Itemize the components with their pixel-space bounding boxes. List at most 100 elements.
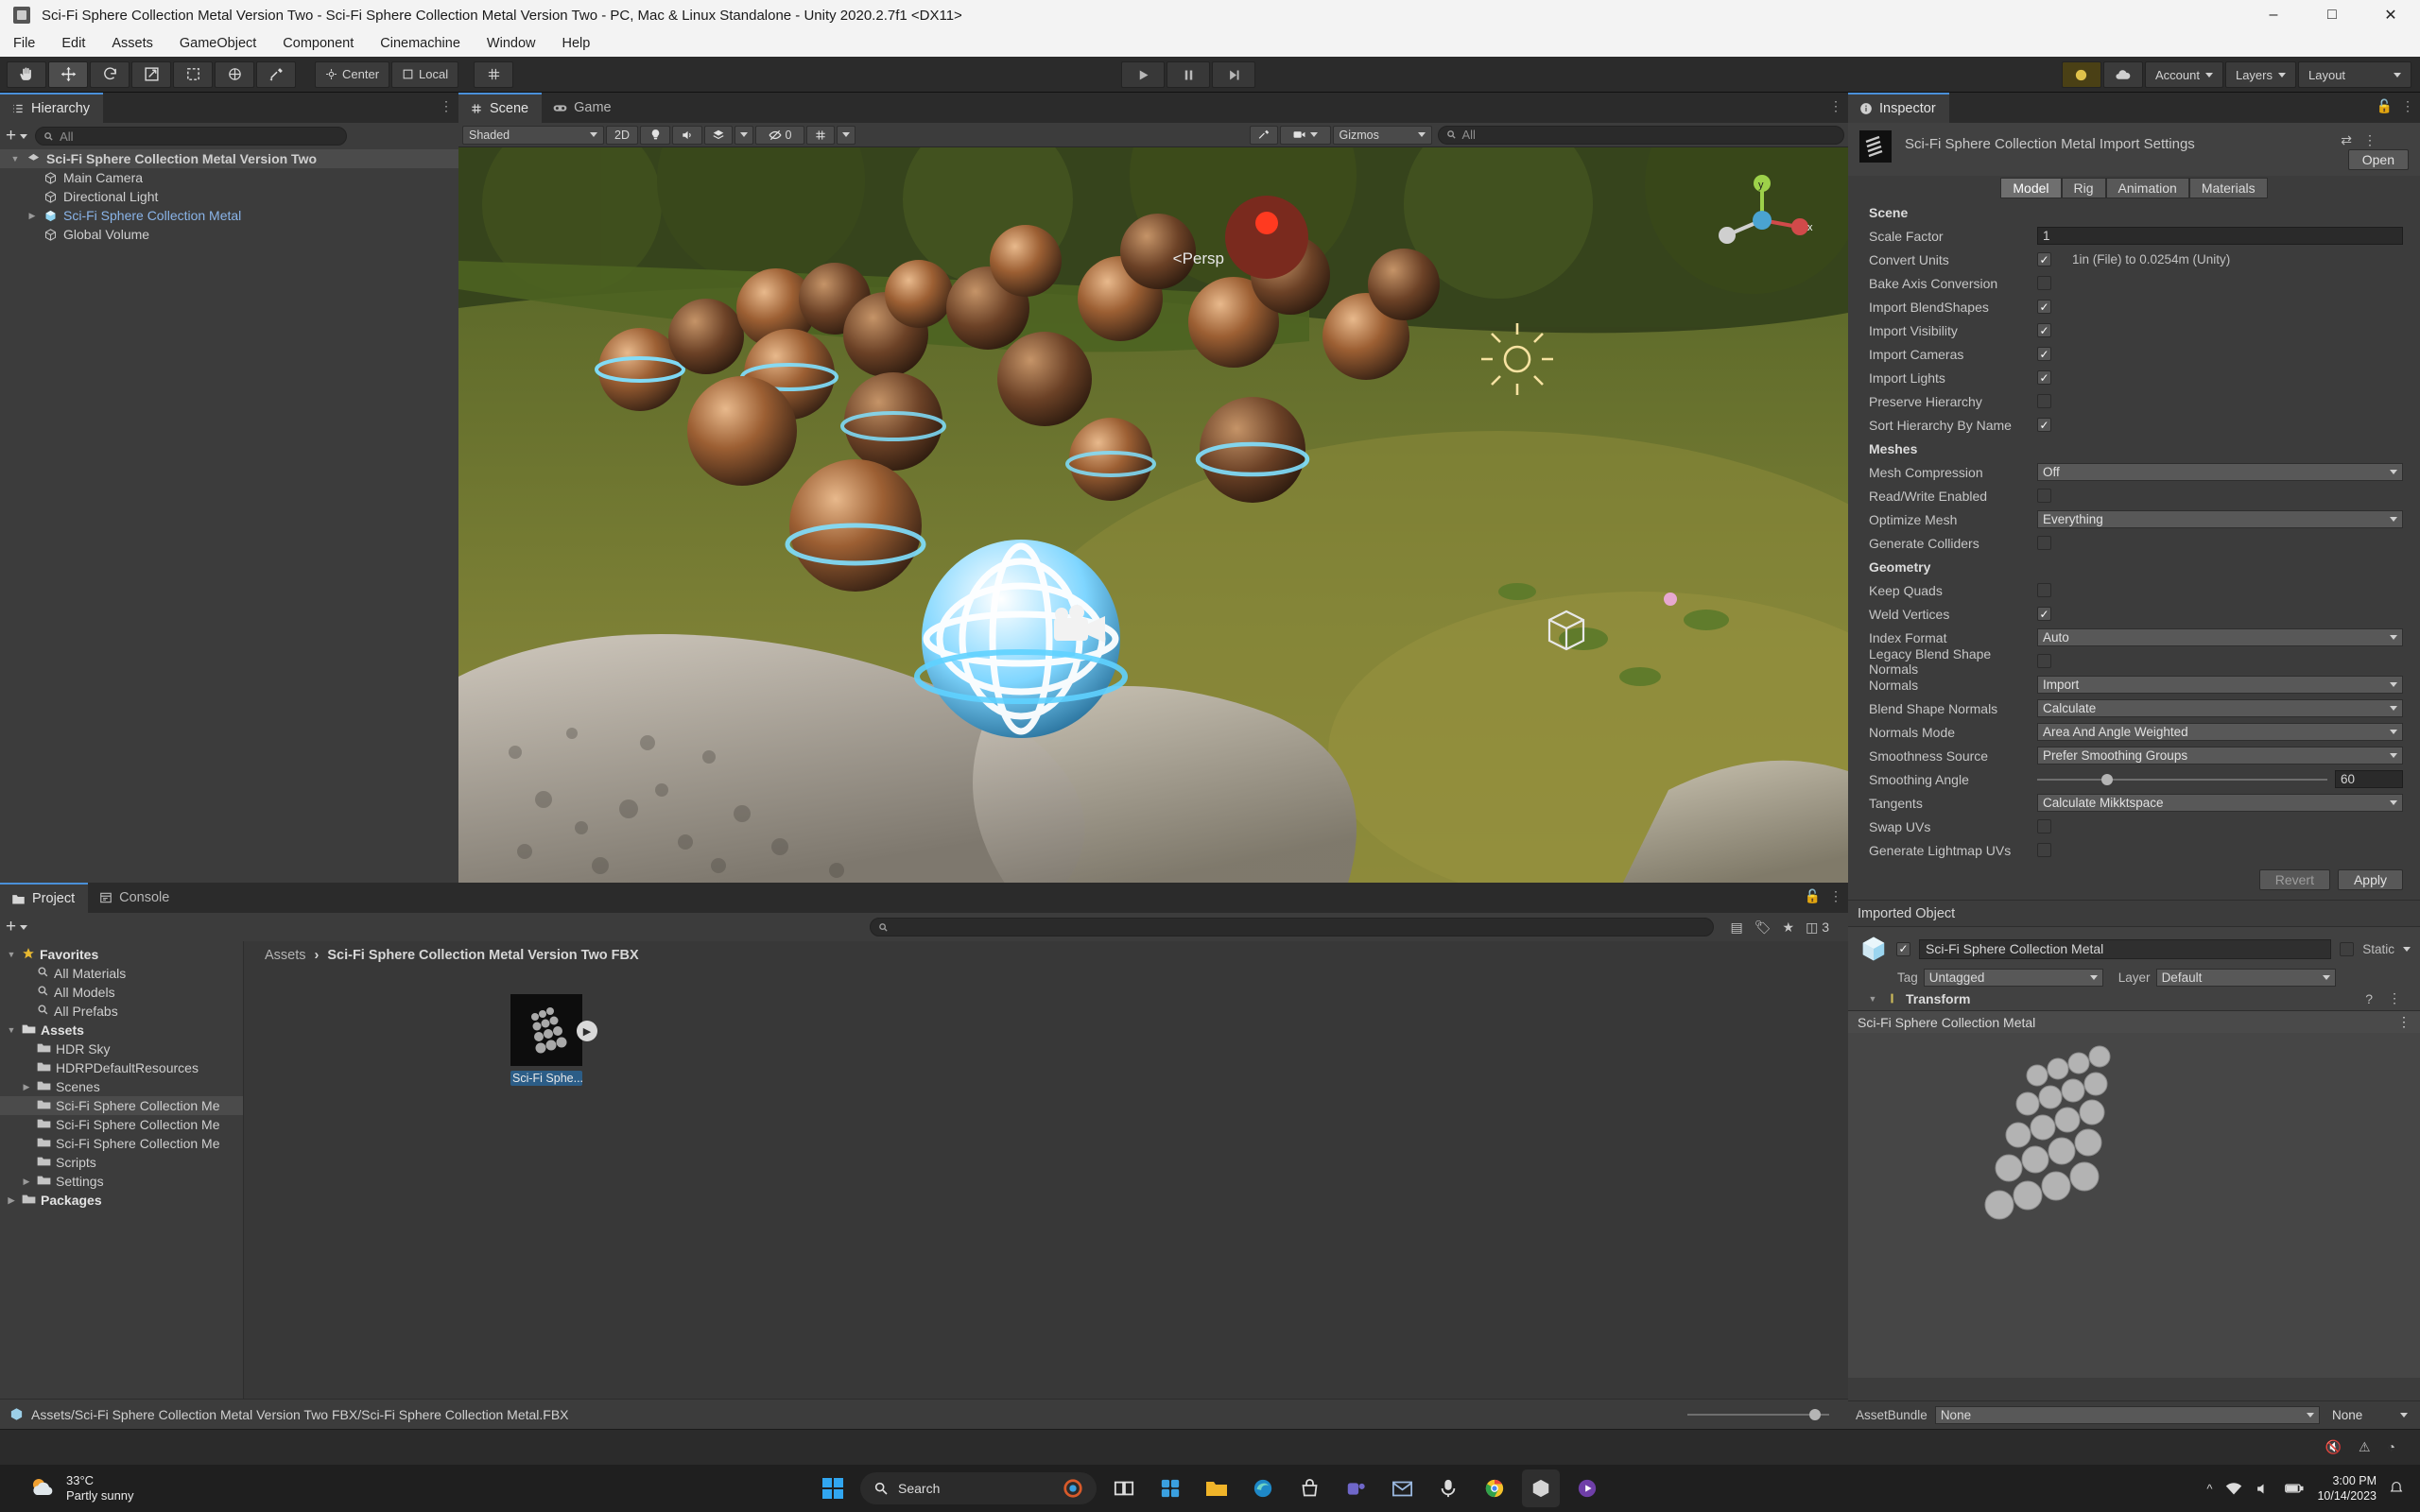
property-checkbox[interactable]	[2037, 583, 2051, 597]
filter-packages-icon[interactable]: ◫ 3	[1806, 919, 1829, 936]
property-checkbox[interactable]: ✓	[2037, 347, 2051, 361]
scene-gizmo-picker[interactable]	[1249, 125, 1278, 145]
inspector-menu-icon[interactable]: ⋮	[2401, 98, 2414, 114]
account-button[interactable]: Account	[2144, 61, 2223, 88]
tab-console[interactable]: Console	[88, 883, 183, 913]
pivot-mode-button[interactable]: Center	[315, 60, 390, 88]
move-tool-button[interactable]	[48, 60, 88, 88]
transform-component-header[interactable]: ▼ Transform ? ⋮	[1859, 987, 2411, 1006]
property-checkbox[interactable]	[2037, 276, 2051, 290]
maximize-button[interactable]: □	[2303, 0, 2361, 30]
property-dropdown[interactable]: Auto	[2037, 628, 2403, 646]
property-checkbox[interactable]: ✓	[2037, 300, 2051, 314]
play-button[interactable]	[1121, 61, 1165, 88]
preview-menu-icon[interactable]: ⋮	[2397, 1014, 2411, 1030]
chevron-down-icon[interactable]: ▼	[1867, 994, 1878, 1004]
hierarchy-add-button[interactable]: +	[6, 126, 28, 146]
property-checkbox[interactable]: ✓	[2037, 370, 2051, 385]
revert-button[interactable]: Revert	[2258, 869, 2330, 890]
tab-game[interactable]: Game	[542, 93, 625, 123]
mail-icon[interactable]	[1383, 1469, 1421, 1507]
breadcrumb-root[interactable]: Assets	[265, 948, 306, 963]
slider-knob[interactable]	[2100, 773, 2113, 785]
project-tree-item-7[interactable]: ▶ Scenes	[0, 1077, 243, 1096]
slider-value-field[interactable]: 60	[2335, 770, 2403, 788]
static-checkbox[interactable]	[2340, 941, 2355, 956]
hierarchy-item-4[interactable]: Global Volume	[0, 225, 458, 244]
property-dropdown[interactable]: Prefer Smoothing Groups	[2037, 747, 2403, 765]
scale-tool-button[interactable]	[131, 60, 171, 88]
filter-type-icon[interactable]: ▤	[1731, 919, 1743, 936]
shading-mode-dropdown[interactable]: Shaded	[462, 125, 604, 145]
project-tree-item-8[interactable]: Sci-Fi Sphere Collection Me	[0, 1096, 243, 1115]
status-progress-icon[interactable]: ◔	[2388, 1439, 2395, 1455]
menu-item-help[interactable]: Help	[548, 30, 603, 57]
tray-expand-icon[interactable]: ^	[2206, 1482, 2212, 1496]
scene-fx-toggle[interactable]	[704, 125, 733, 145]
hierarchy-item-0[interactable]: ▼ Sci-Fi Sphere Collection Metal Version …	[0, 149, 458, 168]
property-checkbox[interactable]	[2037, 819, 2051, 833]
chevron-down-icon[interactable]: ▼	[9, 154, 21, 163]
property-text-field[interactable]: 1	[2037, 227, 2403, 245]
task-view-icon[interactable]	[1105, 1469, 1143, 1507]
tab-rig[interactable]: Rig	[2061, 178, 2106, 198]
property-checkbox[interactable]: ✓	[2037, 418, 2051, 432]
project-tree-item-9[interactable]: Sci-Fi Sphere Collection Me	[0, 1115, 243, 1134]
scene-fx-dropdown[interactable]	[735, 125, 753, 145]
property-dropdown[interactable]: Area And Angle Weighted	[2037, 723, 2403, 741]
project-tree-item-11[interactable]: Scripts	[0, 1153, 243, 1172]
grid-snap-button[interactable]	[474, 60, 514, 88]
project-tree-item-4[interactable]: ▼ Assets	[0, 1021, 243, 1040]
scene-viewport[interactable]: <Persp y x	[458, 147, 1848, 886]
layout-button[interactable]: Layout	[2298, 61, 2411, 88]
menu-item-component[interactable]: Component	[269, 30, 367, 57]
property-checkbox[interactable]	[2037, 536, 2051, 550]
project-tree-item-3[interactable]: All Prefabs	[0, 1002, 243, 1021]
property-checkbox[interactable]: ✓	[2037, 323, 2051, 337]
cloud-button[interactable]	[2102, 61, 2143, 88]
hierarchy-item-2[interactable]: Directional Light	[0, 187, 458, 206]
scene-orientation-gizmo[interactable]: y x	[1710, 168, 1814, 272]
weather-widget[interactable]: 33°C Partly sunny	[28, 1473, 134, 1504]
chevron-right-icon[interactable]: ▶	[26, 211, 38, 221]
apply-button[interactable]: Apply	[2337, 869, 2403, 890]
file-explorer-icon[interactable]	[1198, 1469, 1236, 1507]
hierarchy-menu-icon[interactable]: ⋮	[440, 98, 453, 114]
filter-label-icon[interactable]: 🏷	[1754, 919, 1772, 936]
toggle-2d-button[interactable]: 2D	[606, 125, 638, 145]
tab-scene[interactable]: Scene	[458, 93, 543, 123]
unity-icon[interactable]	[1522, 1469, 1560, 1507]
project-tree-item-2[interactable]: All Models	[0, 983, 243, 1002]
gizmos-dropdown[interactable]: Gizmos	[1332, 125, 1432, 145]
inspector-preset-icon[interactable]: ⇄	[2341, 132, 2352, 148]
property-checkbox[interactable]	[2037, 843, 2051, 857]
hierarchy-item-1[interactable]: Main Camera	[0, 168, 458, 187]
tab-model[interactable]: Model	[2000, 178, 2062, 198]
tab-hierarchy[interactable]: Hierarchy	[0, 93, 104, 123]
project-tree-item-5[interactable]: HDR Sky	[0, 1040, 243, 1058]
teams-icon[interactable]	[1337, 1469, 1374, 1507]
scene-search-input[interactable]: All	[1437, 125, 1844, 145]
assetbundle-dropdown[interactable]: None	[1934, 1406, 2320, 1424]
scene-camera-settings[interactable]	[1279, 125, 1331, 145]
property-dropdown[interactable]: Off	[2037, 463, 2403, 481]
slider-track[interactable]	[2037, 773, 2327, 785]
project-lock-icon[interactable]: 🔓	[1805, 888, 1821, 904]
store-icon[interactable]	[1290, 1469, 1328, 1507]
chevron-down-icon[interactable]: ▼	[6, 950, 17, 959]
object-enabled-checkbox[interactable]: ✓	[1896, 941, 1910, 956]
project-tree-item-12[interactable]: ▶ Settings	[0, 1172, 243, 1191]
voice-icon[interactable]	[1429, 1469, 1467, 1507]
transform-tool-button[interactable]	[215, 60, 254, 88]
project-tree-item-1[interactable]: All Materials	[0, 964, 243, 983]
layers-button[interactable]: Layers	[2224, 61, 2296, 88]
hand-tool-button[interactable]	[7, 60, 46, 88]
project-menu-icon[interactable]: ⋮	[1829, 888, 1842, 904]
rotate-tool-button[interactable]	[90, 60, 130, 88]
project-tree-item-0[interactable]: ▼ Favorites	[0, 945, 243, 964]
property-dropdown[interactable]: Calculate Mikktspace	[2037, 794, 2403, 812]
tab-animation[interactable]: Animation	[2105, 178, 2189, 198]
status-warning-icon[interactable]: ⚠	[2359, 1439, 2371, 1455]
scene-menu-icon[interactable]: ⋮	[1829, 98, 1842, 114]
menu-item-cinemachine[interactable]: Cinemachine	[367, 30, 474, 57]
